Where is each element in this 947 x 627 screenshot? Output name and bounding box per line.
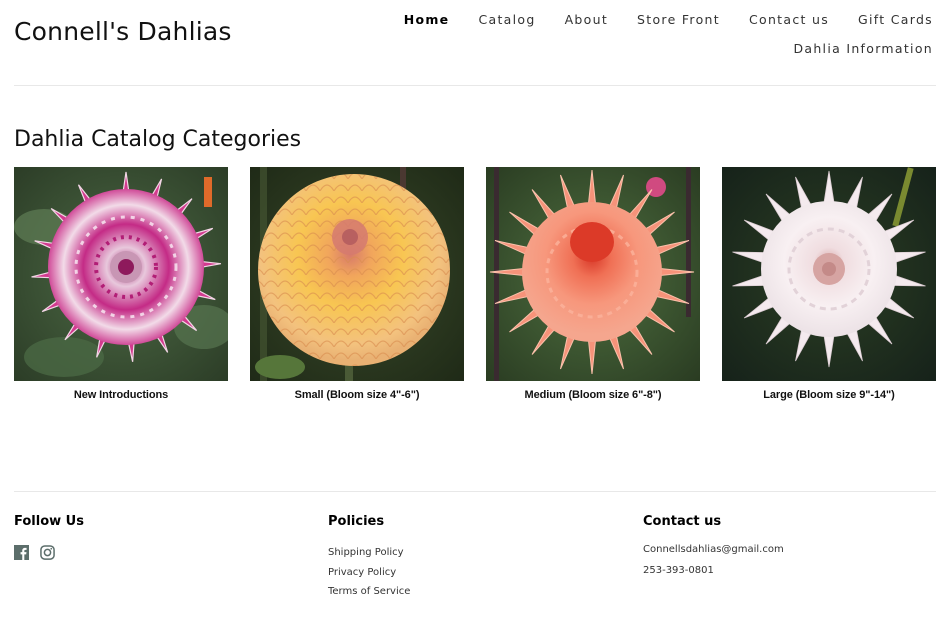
instagram-icon[interactable] [40, 545, 55, 560]
pink-white-dahlia-image [14, 167, 228, 381]
nav-row-secondary: Dahlia Information [413, 41, 933, 57]
category-grid: New Introductions Small (Bloom size 4"-6… [14, 167, 936, 401]
footer-contact: Contact us Connellsdahlias@gmail.com 253… [643, 514, 784, 576]
category-card-new-introductions[interactable]: New Introductions [14, 167, 228, 401]
social-links [14, 545, 84, 560]
footer-policies: Policies Shipping Policy Privacy Policy … [328, 514, 410, 602]
contact-heading: Contact us [643, 514, 722, 529]
main-nav: Home Catalog About Store Front Contact u… [404, 12, 933, 57]
nav-link-gift-cards[interactable]: Gift Cards [829, 12, 933, 28]
footer-divider [14, 491, 936, 492]
header-divider [14, 85, 936, 86]
nav-link-catalog[interactable]: Catalog [449, 12, 535, 28]
contact-phone: 253-393-0801 [643, 565, 714, 576]
nav-link-contact-us[interactable]: Contact us [720, 12, 829, 28]
peach-yellow-ball-dahlia-image [250, 167, 464, 381]
category-image-new-introductions[interactable] [14, 167, 228, 381]
category-label[interactable]: New Introductions [14, 389, 228, 401]
shipping-policy-link[interactable]: Shipping Policy [328, 543, 410, 563]
follow-us-heading: Follow Us [14, 514, 84, 529]
nav-link-dahlia-information[interactable]: Dahlia Information [764, 41, 933, 57]
footer-follow-us: Follow Us [14, 514, 84, 560]
facebook-icon[interactable] [14, 545, 29, 560]
nav-link-store-front[interactable]: Store Front [608, 12, 720, 28]
nav-row-primary: Home Catalog About Store Front Contact u… [404, 12, 933, 28]
policies-heading: Policies [328, 514, 385, 529]
facebook-link[interactable] [14, 545, 29, 560]
category-image-small[interactable] [250, 167, 464, 381]
coral-cactus-dahlia-image [486, 167, 700, 381]
nav-link-about[interactable]: About [536, 12, 608, 28]
privacy-policy-link[interactable]: Privacy Policy [328, 563, 410, 583]
site-title-link[interactable]: Connell's Dahlias [14, 17, 232, 46]
category-label[interactable]: Medium (Bloom size 6"-8") [486, 389, 700, 401]
category-image-large[interactable] [722, 167, 936, 381]
contact-email: Connellsdahlias@gmail.com [643, 544, 784, 555]
instagram-link[interactable] [40, 545, 55, 560]
policy-links: Shipping Policy Privacy Policy Terms of … [328, 543, 410, 602]
nav-link-home[interactable]: Home [375, 12, 450, 28]
terms-of-service-link[interactable]: Terms of Service [328, 582, 410, 602]
category-label[interactable]: Small (Bloom size 4"-6") [250, 389, 464, 401]
white-blush-dahlia-image [722, 167, 936, 381]
category-label[interactable]: Large (Bloom size 9"-14") [722, 389, 936, 401]
category-card-medium[interactable]: Medium (Bloom size 6"-8") [486, 167, 700, 401]
category-card-small[interactable]: Small (Bloom size 4"-6") [250, 167, 464, 401]
category-card-large[interactable]: Large (Bloom size 9"-14") [722, 167, 936, 401]
section-title: Dahlia Catalog Categories [14, 127, 302, 152]
category-image-medium[interactable] [486, 167, 700, 381]
